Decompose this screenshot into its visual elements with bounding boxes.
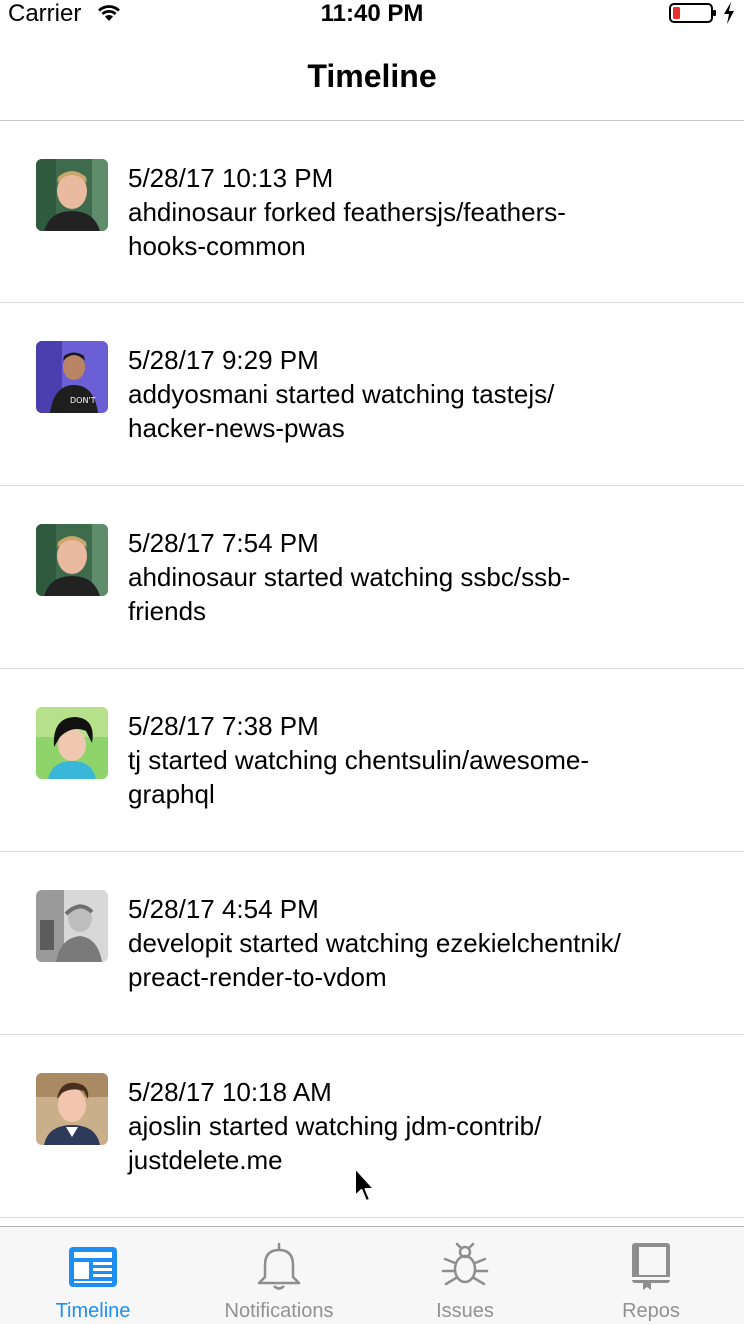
timeline-row[interactable]: 5/28/17 4:54 PM developit started watchi… xyxy=(0,852,744,1035)
tab-issues[interactable]: Issues xyxy=(372,1227,558,1324)
event-description: ahdinosaur started watching ssbc/ssb- fr… xyxy=(128,560,708,628)
avatar-addyosmani[interactable]: DON'T xyxy=(36,341,108,413)
tab-timeline[interactable]: Timeline xyxy=(0,1227,186,1324)
event-text-line: ahdinosaur started watching ssbc/ssb- xyxy=(128,562,571,592)
avatar-developit[interactable] xyxy=(36,890,108,962)
event-text-line: friends xyxy=(128,596,207,626)
avatar-ajoslin[interactable] xyxy=(36,1073,108,1145)
event-text-line: ahdinosaur forked feathersjs/feathers- xyxy=(128,197,566,227)
event-timestamp: 5/28/17 7:54 PM xyxy=(128,528,319,558)
event-description: ajoslin started watching jdm-contrib/ ju… xyxy=(128,1109,708,1177)
page-title: Timeline xyxy=(307,58,437,94)
timeline-list[interactable]: 5/28/17 10:13 PM ahdinosaur forked feath… xyxy=(0,121,744,1226)
mouse-cursor-icon xyxy=(354,1167,375,1202)
event-timestamp: 5/28/17 9:29 PM xyxy=(128,345,319,375)
tab-bar: Timeline Notifications Issues Repos xyxy=(0,1226,744,1324)
charging-bolt-icon xyxy=(724,2,734,24)
event-text-line: hooks-common xyxy=(128,231,306,261)
event-description: tj started watching chentsulin/awesome- … xyxy=(128,743,708,811)
avatar-ahdinosaur[interactable] xyxy=(36,159,108,231)
event-text-line: ajoslin started watching jdm-contrib/ xyxy=(128,1111,542,1141)
event-description: addyosmani started watching tastejs/ hac… xyxy=(128,377,708,445)
navigation-bar: Timeline xyxy=(0,28,744,121)
event-text-line: preact-render-to-vdom xyxy=(128,962,387,992)
timeline-row[interactable]: DON'T 5/28/17 9:29 PM addyosmani started… xyxy=(0,303,744,486)
event-text-line: hacker-news-pwas xyxy=(128,413,345,443)
timeline-row[interactable]: 5/28/17 7:38 PM tj started watching chen… xyxy=(0,669,744,852)
avatar-ahdinosaur[interactable] xyxy=(36,524,108,596)
event-timestamp: 5/28/17 7:38 PM xyxy=(128,711,319,741)
event-text-line: developit started watching ezekielchentn… xyxy=(128,928,621,958)
event-timestamp: 5/28/17 4:54 PM xyxy=(128,894,319,924)
avatar-tj[interactable] xyxy=(36,707,108,779)
status-bar: Carrier 11:40 PM xyxy=(0,0,744,28)
event-description: ahdinosaur forked feathersjs/feathers- h… xyxy=(128,195,708,263)
event-description: developit started watching ezekielchentn… xyxy=(128,926,708,994)
event-text-line: graphql xyxy=(128,779,215,809)
event-timestamp: 5/28/17 10:18 AM xyxy=(128,1077,332,1107)
event-text-line: justdelete.me xyxy=(128,1145,283,1175)
timeline-row[interactable]: 5/28/17 7:54 PM ahdinosaur started watch… xyxy=(0,486,744,669)
svg-text:DON'T: DON'T xyxy=(70,396,96,405)
tab-label: Issues xyxy=(436,1300,494,1322)
bell-icon xyxy=(257,1242,301,1290)
tab-label: Timeline xyxy=(55,1300,131,1322)
clock-label: 11:40 PM xyxy=(320,0,424,27)
book-icon xyxy=(632,1243,670,1290)
event-text-line: tj started watching chentsulin/awesome- xyxy=(128,745,590,775)
timeline-row[interactable]: 5/28/17 10:13 PM ahdinosaur forked feath… xyxy=(0,121,744,303)
bug-icon xyxy=(441,1242,489,1286)
newspaper-icon xyxy=(69,1247,117,1287)
event-text-line: addyosmani started watching tastejs/ xyxy=(128,379,555,409)
event-timestamp: 5/28/17 10:13 PM xyxy=(128,163,334,193)
tab-label: Repos xyxy=(622,1300,680,1322)
tab-repos[interactable]: Repos xyxy=(558,1227,744,1324)
battery-icon xyxy=(669,3,716,23)
tab-label: Notifications xyxy=(224,1300,334,1322)
tab-notifications[interactable]: Notifications xyxy=(186,1227,372,1324)
